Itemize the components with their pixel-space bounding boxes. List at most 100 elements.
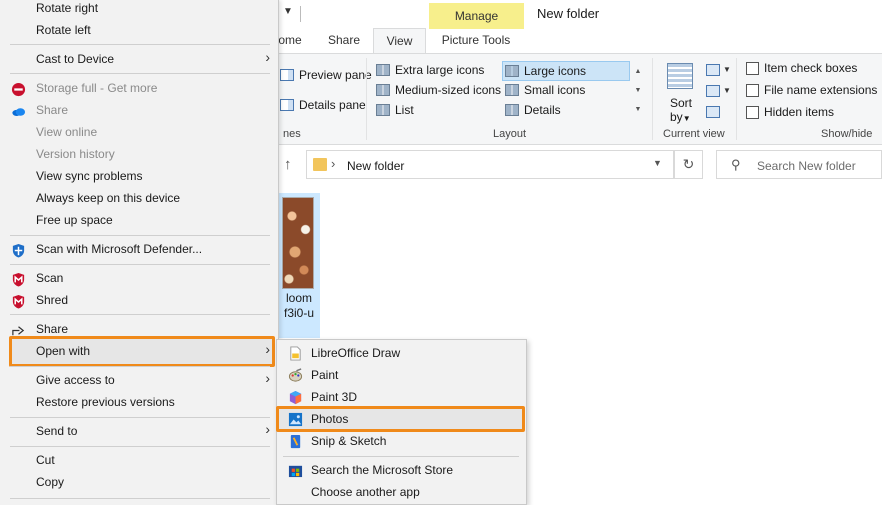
up-arrow-icon[interactable]: ↑ xyxy=(284,156,292,173)
open-with-item-label: LibreOffice Draw xyxy=(311,346,401,360)
small-icons-option[interactable]: Small icons xyxy=(505,83,585,97)
menu-separator xyxy=(10,366,270,367)
menu-item-copy[interactable]: Copy xyxy=(2,472,274,494)
menu-item-scan[interactable]: Scan xyxy=(2,268,274,290)
search-placeholder: Search New folder xyxy=(757,159,856,173)
open-with-item-choose-another-app[interactable]: Choose another app xyxy=(279,482,525,504)
menu-item-label: Copy xyxy=(36,475,65,489)
sort-by-button[interactable]: Sort by▼ xyxy=(670,96,692,126)
breadcrumb-chevron-icon[interactable]: › xyxy=(331,156,335,171)
add-columns-icon[interactable] xyxy=(706,85,720,97)
current-view-group-label: Current view xyxy=(663,128,725,140)
menu-separator xyxy=(10,498,270,499)
tab-picture-tools[interactable]: Picture Tools xyxy=(434,28,518,53)
preview-pane-button[interactable]: Preview pane xyxy=(280,68,372,82)
menu-item-send-to[interactable]: Send to › xyxy=(2,421,274,443)
menu-item-restore-versions[interactable]: Restore previous versions xyxy=(2,392,274,414)
file-name-extensions-label: File name extensions xyxy=(764,83,878,97)
mcafee-shield-icon xyxy=(12,272,25,287)
selected-file-item[interactable]: loom f3i0-u xyxy=(278,193,320,338)
open-with-item-photos[interactable]: Photos xyxy=(279,409,525,431)
item-check-boxes-toggle[interactable]: Item check boxes xyxy=(746,61,857,75)
storage-full-icon xyxy=(11,82,26,97)
group-by-caret-icon[interactable]: ▼ xyxy=(723,65,731,74)
medium-icons-option[interactable]: Medium-sized icons xyxy=(376,83,501,97)
layout-gallery-scroll[interactable]: ▲ ▼ ▼ xyxy=(632,62,644,119)
size-columns-icon[interactable] xyxy=(706,106,720,118)
details-pane-icon xyxy=(280,99,294,111)
defender-shield-icon xyxy=(12,243,25,258)
menu-item-cut[interactable]: Cut xyxy=(2,450,274,472)
address-dropdown-icon[interactable]: ▼ xyxy=(653,158,662,168)
details-pane-button[interactable]: Details pane xyxy=(280,98,366,112)
menu-item-label: Cast to Device xyxy=(36,52,115,66)
menu-item-cast-to-device[interactable]: Cast to Device › xyxy=(2,49,274,71)
menu-item-rotate-right[interactable]: Rotate right xyxy=(2,0,274,20)
submenu-arrow-icon: › xyxy=(265,49,270,65)
file-thumbnail xyxy=(282,197,314,289)
open-with-item-snip-sketch[interactable]: Snip & Sketch xyxy=(279,431,525,453)
tab-view[interactable]: View xyxy=(373,28,426,54)
extra-large-icons-option[interactable]: Extra large icons xyxy=(376,63,484,77)
snip-sketch-icon xyxy=(290,434,301,449)
menu-item-label: Open with xyxy=(36,344,91,358)
file-name-extensions-checkbox[interactable] xyxy=(746,83,759,97)
menu-item-storage-full[interactable]: Storage full - Get more xyxy=(2,78,274,100)
menu-item-view-online[interactable]: View online xyxy=(2,122,274,144)
menu-item-shred[interactable]: Shred xyxy=(2,290,274,312)
menu-item-rotate-left[interactable]: Rotate left xyxy=(2,20,274,42)
tab-home[interactable]: ome xyxy=(276,28,304,53)
details-icon xyxy=(505,104,519,116)
menu-item-label: Share xyxy=(36,103,69,117)
menu-item-label: Restore previous versions xyxy=(36,395,175,409)
file-name-line-1: loom xyxy=(285,291,312,305)
address-path[interactable]: New folder xyxy=(347,159,404,173)
tab-manage[interactable]: Manage xyxy=(429,3,524,29)
small-icons-icon xyxy=(505,84,519,96)
group-by-icon[interactable] xyxy=(706,64,720,76)
open-with-item-search-store[interactable]: Search the Microsoft Store xyxy=(279,460,525,482)
group-divider xyxy=(652,58,653,140)
medium-icons-label: Medium-sized icons xyxy=(395,83,502,97)
open-with-item-label: Snip & Sketch xyxy=(311,434,387,448)
menu-item-open-with[interactable]: Open with › xyxy=(2,341,274,363)
sort-by-icon[interactable] xyxy=(667,63,693,89)
submenu-arrow-icon: › xyxy=(265,341,270,357)
menu-item-version-history[interactable]: Version history xyxy=(2,144,274,166)
menu-separator xyxy=(10,314,270,315)
menu-item-label: Rotate left xyxy=(36,23,91,37)
quick-access-caret-icon[interactable]: ▼ xyxy=(283,6,293,17)
file-name-extensions-toggle[interactable]: File name extensions xyxy=(746,83,877,97)
tab-share[interactable]: Share xyxy=(322,28,366,53)
panes-group-label: nes xyxy=(283,128,301,140)
details-label: Details xyxy=(524,103,561,117)
open-with-item-libreoffice-draw[interactable]: LibreOffice Draw xyxy=(279,343,525,365)
list-option[interactable]: List xyxy=(376,103,414,117)
open-with-item-label: Paint xyxy=(311,368,339,382)
search-input[interactable]: ⚲ Search New folder xyxy=(716,150,882,179)
menu-item-scan-defender[interactable]: Scan with Microsoft Defender... xyxy=(2,239,274,261)
menu-item-onedrive-share[interactable]: Share xyxy=(2,100,274,122)
hidden-items-checkbox[interactable] xyxy=(746,105,759,119)
hidden-items-toggle[interactable]: Hidden items xyxy=(746,105,834,119)
layout-group-label: Layout xyxy=(493,128,527,140)
preview-pane-label: Preview pane xyxy=(299,68,372,82)
details-option[interactable]: Details xyxy=(505,103,561,117)
menu-item-label: Share xyxy=(36,322,69,336)
item-check-boxes-checkbox[interactable] xyxy=(746,61,759,75)
menu-item-free-up-space[interactable]: Free up space xyxy=(2,210,274,232)
add-columns-caret-icon[interactable]: ▼ xyxy=(723,86,731,95)
menu-item-view-sync-problems[interactable]: View sync problems xyxy=(2,166,274,188)
menu-item-give-access-to[interactable]: Give access to › xyxy=(2,370,274,392)
title-divider xyxy=(300,6,301,22)
address-bar[interactable]: › New folder ▼ xyxy=(306,150,674,179)
refresh-button[interactable]: ↻ xyxy=(674,150,703,179)
large-icons-icon xyxy=(505,65,519,77)
group-divider xyxy=(366,58,367,140)
large-icons-option[interactable]: Large icons xyxy=(502,61,630,81)
menu-item-label: Cut xyxy=(36,453,55,467)
menu-item-always-keep[interactable]: Always keep on this device xyxy=(2,188,274,210)
open-with-item-label: Choose another app xyxy=(311,485,420,499)
paint-3d-icon xyxy=(289,390,302,405)
open-with-item-paint[interactable]: Paint xyxy=(279,365,525,387)
